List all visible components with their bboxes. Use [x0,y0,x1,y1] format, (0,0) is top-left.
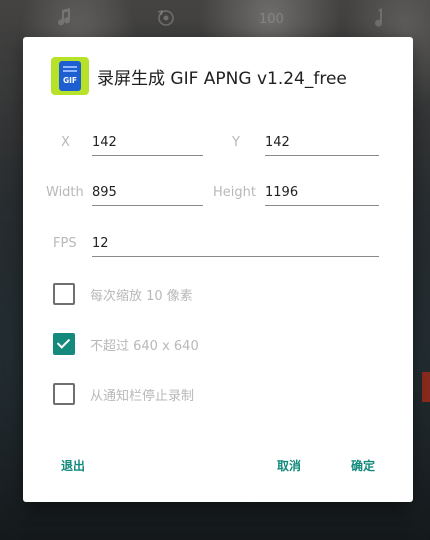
stop-from-notification-label: 从通知栏停止录制 [90,389,195,404]
scale-10px-checkbox[interactable] [53,283,75,305]
check-icon [56,335,71,349]
option-scale-10px[interactable]: 每次缩放 10 像素 [53,283,353,307]
side-tab [422,372,430,402]
fps-input[interactable] [92,230,379,257]
max-640-label: 不超过 640 x 640 [90,339,199,354]
option-stop-from-notification[interactable]: 从通知栏停止录制 [53,383,353,407]
y-label: Y [232,135,240,150]
option-max-640[interactable]: 不超过 640 x 640 [53,333,353,357]
fps-label: FPS [53,236,77,251]
settings-dialog: GIF 录屏生成 GIF APNG v1.24_free X Y Width H… [23,37,413,502]
phone-icon: GIF [59,61,81,91]
height-label: Height [213,185,256,200]
exit-button[interactable]: 退出 [61,457,85,474]
dialog-title: 录屏生成 GIF APNG v1.24_free [97,69,347,89]
x-input[interactable] [92,129,203,156]
y-input[interactable] [265,129,379,156]
height-input[interactable] [265,179,379,206]
cancel-button[interactable]: 取消 [277,457,301,474]
stop-from-notification-checkbox[interactable] [53,383,75,405]
confirm-button[interactable]: 确定 [351,457,375,474]
max-640-checkbox[interactable] [53,333,75,355]
width-label: Width [46,185,84,200]
app-icon: GIF [51,57,89,95]
width-input[interactable] [92,179,203,206]
scale-10px-label: 每次缩放 10 像素 [90,289,193,304]
app-icon-label: GIF [62,76,78,85]
x-label: X [61,135,70,150]
